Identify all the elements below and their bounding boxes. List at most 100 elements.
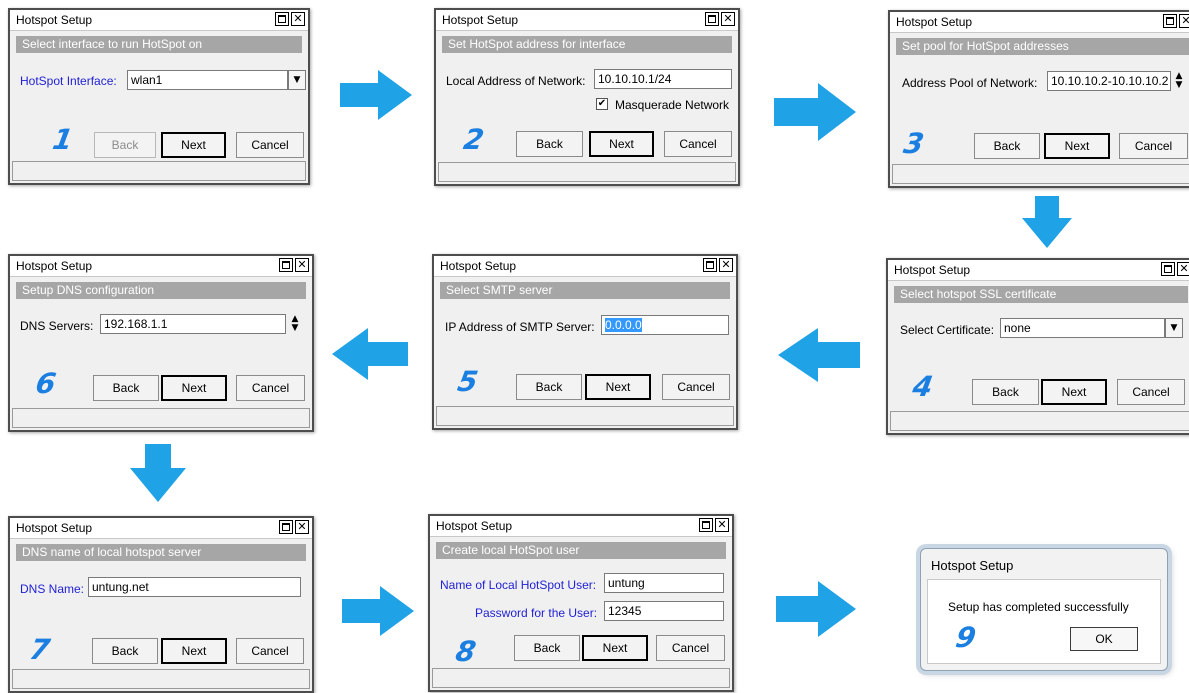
cancel-button[interactable]: Cancel [664, 131, 732, 157]
setup-window-step-2: Hotspot Setup Set HotSpot address for in… [434, 8, 740, 186]
step-number: 8 [453, 635, 479, 668]
dns-name-label: DNS Name: [20, 582, 85, 596]
right-arrow-icon [340, 70, 412, 120]
back-button[interactable]: Back [516, 131, 583, 157]
cancel-button[interactable]: Cancel [236, 638, 304, 664]
setup-window-step-8: Hotspot Setup Create local HotSpot user … [428, 514, 734, 692]
next-button[interactable]: Next [589, 131, 654, 157]
step-number: 5 [455, 365, 481, 398]
close-icon[interactable] [1179, 14, 1189, 28]
setup-window-step-1: Hotspot Setup Select interface to run Ho… [8, 8, 310, 185]
maximize-icon[interactable] [279, 520, 293, 534]
user-name-label: Name of Local HotSpot User: [440, 578, 597, 592]
next-button[interactable]: Next [161, 375, 227, 401]
local-address-label: Local Address of Network: [446, 74, 586, 88]
close-icon[interactable] [1177, 262, 1189, 276]
close-icon[interactable] [715, 518, 729, 532]
cancel-button[interactable]: Cancel [1117, 379, 1185, 405]
setup-window-step-7: Hotspot Setup DNS name of local hotspot … [8, 516, 314, 693]
next-button[interactable]: Next [582, 635, 648, 661]
step-heading: Set pool for HotSpot addresses [896, 38, 1189, 55]
status-bar [12, 669, 310, 689]
interface-label: HotSpot Interface: [20, 74, 117, 88]
certificate-select[interactable]: none [1000, 318, 1165, 338]
maximize-icon[interactable] [275, 12, 289, 26]
maximize-icon[interactable] [703, 258, 717, 272]
back-button[interactable]: Back [93, 375, 159, 401]
interface-select[interactable]: wlan1 [127, 70, 288, 90]
next-button[interactable]: Next [161, 638, 227, 664]
cancel-button[interactable]: Cancel [236, 132, 304, 158]
maximize-icon[interactable] [279, 258, 293, 272]
step-heading: Setup DNS configuration [16, 282, 306, 299]
step-heading: Select SMTP server [440, 282, 730, 299]
completion-dialog: Hotspot Setup Setup has completed succes… [920, 548, 1168, 671]
dns-name-input[interactable]: untung.net [88, 577, 301, 597]
setup-window-step-6: Hotspot Setup Setup DNS configuration DN… [8, 254, 314, 432]
spin-icon[interactable]: ▲ ▼ [1173, 72, 1185, 92]
next-button[interactable]: Next [1044, 133, 1110, 159]
status-bar [432, 668, 730, 688]
down-arrow-icon [1022, 196, 1072, 248]
close-icon[interactable] [295, 258, 309, 272]
next-button[interactable]: Next [161, 132, 226, 158]
title-bar[interactable]: Hotspot Setup [890, 12, 1189, 33]
title-bar[interactable]: Hotspot Setup [430, 516, 732, 537]
title-bar[interactable]: Hotspot Setup [888, 260, 1189, 281]
cancel-button[interactable]: Cancel [236, 375, 305, 401]
title-bar[interactable]: Hotspot Setup [10, 10, 308, 31]
back-button[interactable]: Back [514, 635, 580, 661]
dns-servers-input[interactable]: 192.168.1.1 [100, 314, 286, 334]
window-title: Hotspot Setup [440, 259, 517, 273]
back-button[interactable]: Back [972, 379, 1039, 405]
maximize-icon[interactable] [1163, 14, 1177, 28]
step-heading: Select hotspot SSL certificate [894, 286, 1188, 303]
cancel-button[interactable]: Cancel [662, 374, 730, 400]
local-address-input[interactable]: 10.10.10.1/24 [594, 69, 732, 89]
next-button[interactable]: Next [585, 374, 651, 400]
back-button[interactable]: Back [516, 374, 582, 400]
close-icon[interactable] [721, 12, 735, 26]
next-button[interactable]: Next [1041, 379, 1107, 405]
back-button[interactable]: Back [92, 638, 158, 664]
status-bar [892, 164, 1189, 184]
back-button[interactable]: Back [94, 132, 156, 158]
address-pool-label: Address Pool of Network: [902, 76, 1038, 90]
password-input[interactable]: 12345 [604, 601, 724, 621]
close-icon[interactable] [291, 12, 305, 26]
maximize-icon[interactable] [699, 518, 713, 532]
title-bar[interactable]: Hotspot Setup [10, 518, 312, 539]
title-bar[interactable]: Hotspot Setup [10, 256, 312, 277]
cancel-button[interactable]: Cancel [1119, 133, 1188, 159]
step-heading: Select interface to run HotSpot on [16, 36, 302, 53]
step-heading: Create local HotSpot user [436, 542, 726, 559]
maximize-icon[interactable] [1161, 262, 1175, 276]
status-bar [438, 162, 736, 182]
selected-text: 0.0.0.0 [605, 318, 642, 332]
window-title: Hotspot Setup [16, 521, 93, 535]
step-number: 9 [953, 621, 979, 654]
step-heading: Set HotSpot address for interface [442, 36, 732, 53]
back-button[interactable]: Back [974, 133, 1040, 159]
title-bar[interactable]: Hotspot Setup [436, 10, 738, 31]
close-icon[interactable] [719, 258, 733, 272]
spin-down-icon[interactable]: ▼ [292, 323, 299, 333]
spin-icon[interactable]: ▲ ▼ [289, 315, 301, 335]
certificate-label: Select Certificate: [900, 323, 995, 337]
spin-down-icon[interactable]: ▼ [1176, 80, 1183, 90]
step-number: 3 [901, 127, 927, 160]
user-name-input[interactable]: untung [604, 573, 724, 593]
dropdown-icon[interactable]: ▼ [1165, 318, 1183, 338]
maximize-icon[interactable] [705, 12, 719, 26]
address-pool-input[interactable]: 10.10.10.2-10.10.10.2 [1047, 71, 1171, 91]
window-title: Hotspot Setup [896, 15, 973, 29]
dropdown-icon[interactable]: ▼ [288, 70, 306, 90]
close-icon[interactable] [295, 520, 309, 534]
title-bar[interactable]: Hotspot Setup [434, 256, 736, 277]
step-heading: DNS name of local hotspot server [16, 544, 306, 561]
ok-button[interactable]: OK [1070, 627, 1138, 651]
cancel-button[interactable]: Cancel [656, 635, 725, 661]
smtp-server-input[interactable]: 0.0.0.0 [601, 315, 729, 335]
right-arrow-icon [342, 586, 414, 636]
masquerade-checkbox[interactable]: ✔ [596, 98, 608, 110]
